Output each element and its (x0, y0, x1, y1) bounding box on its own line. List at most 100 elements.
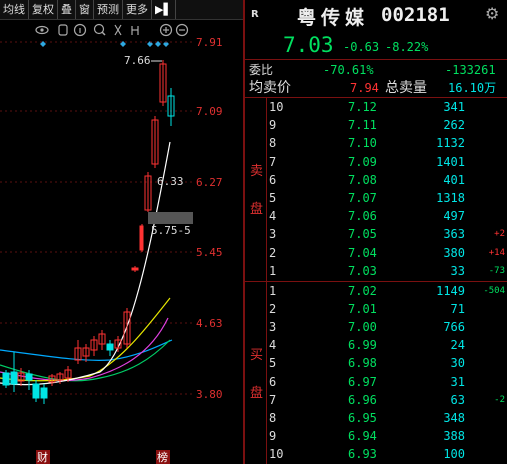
candle (144, 172, 152, 212)
buy-price: 6.96 (348, 392, 377, 407)
buy-volume: 766 (443, 320, 465, 335)
total-sell-value: 16.10万 (448, 81, 497, 95)
zoom-out-icon[interactable] (175, 23, 189, 37)
sell-level: 8 (269, 136, 277, 151)
sell-row[interactable]: 6 7.08 401 (245, 172, 507, 188)
candle (123, 308, 131, 348)
sell-change: -73 (488, 265, 505, 276)
sell-volume: 1318 (436, 191, 465, 205)
price-tick: 3.80 (196, 388, 223, 401)
buy-change: -504 (483, 286, 505, 296)
buy-row[interactable]: 3 7.00 766 (245, 319, 507, 335)
price-change-pct: -8.22% (385, 40, 429, 54)
sell-row[interactable]: 10 7.12 341 (245, 99, 507, 115)
hand-icon[interactable] (58, 24, 68, 36)
price-tick: 4.63 (196, 317, 223, 330)
buy-level: 1 (269, 284, 277, 298)
divider (245, 281, 507, 282)
buy-volume: 31 (450, 374, 465, 389)
buy-price: 6.99 (348, 338, 377, 353)
zoom-in-icon[interactable] (159, 23, 173, 37)
price-axis: 7.91 7.09 6.27 5.45 4.63 3.80 (196, 36, 223, 401)
buy-row[interactable]: 1 7.02 1149 -504 (245, 283, 507, 299)
buy-row[interactable]: 6 6.97 31 (245, 374, 507, 390)
buy-level: 9 (269, 428, 277, 443)
buy-row[interactable]: 7 6.96 63 -2 (245, 392, 507, 408)
buy-level: 2 (269, 302, 277, 317)
sell-volume: 341 (443, 100, 465, 114)
buy-row[interactable]: 9 6.94 388 (245, 428, 507, 444)
sell-price: 7.10 (348, 136, 377, 151)
buy-volume: 1149 (436, 284, 465, 298)
candle (106, 340, 114, 356)
sell-change: +14 (488, 247, 505, 258)
sell-row[interactable]: 7 7.09 1401 (245, 154, 507, 170)
buy-price: 6.94 (348, 428, 377, 443)
candle (2, 370, 10, 388)
stock-name: 粤传媒 (297, 7, 370, 29)
buy-volume: 63 (450, 392, 465, 407)
sell-row[interactable]: 1 7.03 33 -73 (245, 263, 507, 279)
weicha-value: -133261 (445, 63, 496, 77)
gear-icon[interactable]: ⚙ (485, 4, 499, 23)
sell-volume: 380 (443, 245, 465, 260)
buy-level: 3 (269, 320, 277, 335)
sell-volume: 33 (450, 263, 465, 278)
sell-row[interactable]: 5 7.07 1318 (245, 190, 507, 206)
divider (245, 59, 507, 60)
buy-row[interactable]: 5 6.98 30 (245, 355, 507, 371)
buy-volume: 71 (450, 302, 465, 317)
sell-level: 2 (269, 245, 277, 260)
scissors-icon[interactable] (114, 24, 122, 36)
ma-line-purple (0, 317, 169, 382)
sell-volume: 401 (443, 172, 465, 187)
candlesticks[interactable] (2, 60, 175, 404)
candle (159, 60, 167, 106)
info-icon[interactable] (73, 23, 87, 37)
stock-code: 002181 (381, 4, 450, 26)
buy-volume: 388 (443, 428, 465, 443)
gap-label-2: 5.75-5 (151, 224, 191, 237)
price-change: -0.63 (343, 40, 380, 54)
buy-row[interactable]: 2 7.01 71 (245, 301, 507, 317)
buy-level: 8 (269, 410, 277, 425)
kline-chart-pane[interactable]: 均线 复权 叠 窗 预测 更多 ▶▌ 7.66 6.33 5.75-5 7.91… (0, 0, 243, 464)
ranking-mark[interactable]: 榜 (157, 450, 168, 464)
eye-icon[interactable] (35, 25, 49, 35)
kline-svg[interactable]: 7.66 6.33 5.75-5 7.91 7.09 6.27 5.45 4.6… (0, 0, 243, 464)
sell-level: 6 (269, 172, 277, 187)
candle (90, 336, 98, 356)
sell-price: 7.12 (348, 100, 377, 114)
buy-row[interactable]: 8 6.95 348 (245, 410, 507, 426)
sell-volume: 497 (443, 209, 465, 224)
sell-price: 7.05 (348, 227, 377, 242)
link-icon[interactable] (131, 26, 139, 35)
candle (131, 266, 139, 272)
sell-level: 4 (269, 209, 277, 224)
sell-level: 9 (269, 118, 277, 133)
divider (245, 97, 507, 98)
event-markers[interactable] (40, 41, 169, 47)
finance-mark[interactable]: 财 (37, 450, 48, 464)
price-tick: 6.27 (196, 176, 223, 189)
sell-row[interactable]: 3 7.05 363 +2 (245, 226, 507, 242)
sell-volume: 262 (443, 118, 465, 133)
buy-price: 7.02 (348, 284, 377, 298)
sell-row[interactable]: 9 7.11 262 (245, 117, 507, 133)
search-icon[interactable] (93, 23, 106, 36)
gap-band (148, 212, 193, 224)
sell-price: 7.03 (348, 263, 377, 278)
buy-change: -2 (494, 394, 505, 405)
high-price-label: 7.66 (124, 54, 151, 67)
sell-row[interactable]: 8 7.10 1132 (245, 135, 507, 151)
buy-price: 6.93 (348, 446, 377, 461)
quote-pane: R 粤传媒 002181 ⚙ 7.03 -0.63 -8.22% 委比 -70.… (245, 0, 507, 464)
avg-sell-value: 7.94 (350, 81, 379, 95)
sell-price: 7.04 (348, 245, 377, 260)
buy-row[interactable]: 10 6.93 100 (245, 446, 507, 462)
candle (74, 340, 82, 364)
sell-row[interactable]: 4 7.06 497 (245, 208, 507, 224)
buy-volume: 100 (443, 446, 465, 461)
buy-row[interactable]: 4 6.99 24 (245, 337, 507, 353)
sell-row[interactable]: 2 7.04 380 +14 (245, 245, 507, 261)
